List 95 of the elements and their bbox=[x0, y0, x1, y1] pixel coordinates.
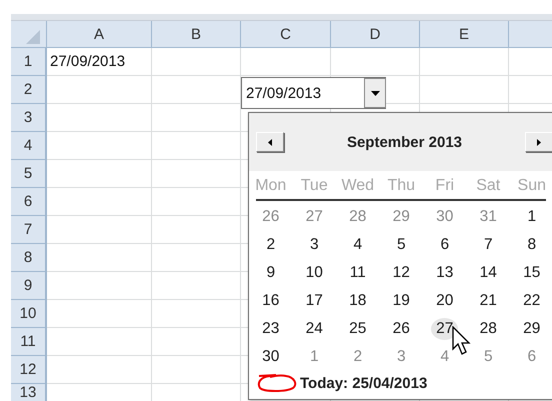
mouse-pointer-icon bbox=[452, 326, 472, 356]
table-cell[interactable] bbox=[47, 328, 152, 356]
calendar-day[interactable]: 10 bbox=[306, 262, 323, 284]
table-cell[interactable] bbox=[331, 48, 420, 76]
calendar-day[interactable]: 23 bbox=[262, 318, 280, 340]
calendar-day[interactable]: 9 bbox=[266, 262, 276, 284]
row-header[interactable]: 2 bbox=[11, 76, 47, 104]
calendar-day[interactable]: 12 bbox=[392, 262, 410, 284]
right-arrow-icon bbox=[537, 138, 541, 146]
weekday-label: Thu bbox=[386, 176, 416, 196]
weekday-label: Sat bbox=[475, 176, 502, 196]
table-cell[interactable] bbox=[47, 132, 152, 160]
calendar-day[interactable]: 28 bbox=[480, 318, 497, 340]
table-cell[interactable] bbox=[47, 300, 152, 328]
row-header[interactable]: 10 bbox=[11, 300, 47, 328]
calendar-day[interactable]: 2 bbox=[266, 234, 276, 256]
calendar-day[interactable]: 20 bbox=[436, 290, 454, 312]
month-title: September 2013 bbox=[346, 134, 464, 150]
calendar-day[interactable]: 7 bbox=[484, 234, 493, 256]
column-header[interactable]: E bbox=[420, 21, 509, 48]
table-cell[interactable] bbox=[152, 132, 241, 160]
row-header[interactable]: 3 bbox=[11, 104, 47, 132]
date-dropdown[interactable]: 27/09/2013 bbox=[241, 77, 386, 109]
calendar-day[interactable]: 11 bbox=[350, 262, 366, 284]
weekday-label: Fri bbox=[434, 176, 456, 196]
weekday-label: Wed bbox=[340, 176, 376, 196]
table-cell[interactable] bbox=[47, 216, 152, 244]
table-cell[interactable] bbox=[47, 104, 152, 132]
row-header[interactable]: 7 bbox=[11, 216, 47, 244]
table-cell[interactable] bbox=[47, 244, 152, 272]
calendar-day[interactable]: 16 bbox=[262, 290, 280, 312]
row-header[interactable]: 9 bbox=[11, 272, 47, 300]
column-header[interactable]: A bbox=[47, 21, 152, 48]
table-cell[interactable] bbox=[152, 188, 241, 216]
calendar-day[interactable]: 3 bbox=[310, 234, 319, 256]
calendar-day[interactable]: 29 bbox=[523, 318, 540, 340]
table-cell[interactable] bbox=[47, 76, 152, 104]
table-cell[interactable] bbox=[152, 328, 241, 356]
today-label[interactable]: Today: 25/04/2013 bbox=[300, 374, 428, 392]
table-cell[interactable] bbox=[152, 300, 241, 328]
weekday-label: Tue bbox=[300, 176, 329, 196]
weekday-label: Mon bbox=[254, 176, 288, 196]
row-header[interactable]: 12 bbox=[11, 356, 47, 384]
calendar-day[interactable]: 15 bbox=[523, 262, 540, 284]
table-cell[interactable] bbox=[47, 188, 152, 216]
calendar-day[interactable]: 22 bbox=[523, 290, 540, 312]
calendar-day[interactable]: 21 bbox=[480, 290, 497, 312]
left-arrow-icon bbox=[268, 138, 272, 146]
row-header[interactable]: 8 bbox=[11, 244, 47, 272]
row-header[interactable]: 11 bbox=[11, 328, 47, 356]
table-cell[interactable] bbox=[241, 48, 331, 76]
column-header[interactable]: D bbox=[331, 21, 420, 48]
dropdown-button[interactable] bbox=[364, 78, 386, 108]
table-cell[interactable]: 27/09/2013 bbox=[47, 48, 152, 76]
calendar-day[interactable]: 4 bbox=[353, 234, 362, 256]
table-cell[interactable] bbox=[152, 272, 241, 300]
calendar-day[interactable]: 24 bbox=[306, 318, 323, 340]
column-header[interactable] bbox=[509, 21, 552, 48]
corner-triangle-icon bbox=[26, 30, 40, 44]
row-header[interactable]: 6 bbox=[11, 188, 47, 216]
table-cell[interactable] bbox=[152, 160, 241, 188]
table-cell[interactable] bbox=[420, 48, 509, 76]
row-header[interactable]: 13 bbox=[11, 384, 47, 401]
calendar-day[interactable]: 1 bbox=[527, 206, 536, 228]
table-cell[interactable] bbox=[152, 104, 241, 132]
calendar-day[interactable]: 14 bbox=[480, 262, 497, 284]
column-header[interactable]: B bbox=[152, 21, 241, 48]
row-header[interactable]: 1 bbox=[11, 48, 47, 76]
calendar-day[interactable]: 30 bbox=[262, 346, 280, 368]
calendar-day[interactable]: 13 bbox=[436, 262, 454, 284]
calendar-day[interactable]: 27 bbox=[431, 318, 458, 340]
calendar-day[interactable]: 6 bbox=[440, 234, 450, 256]
next-month-button[interactable] bbox=[525, 132, 552, 152]
calendar-day[interactable]: 18 bbox=[349, 290, 366, 312]
row-header[interactable]: 5 bbox=[11, 160, 47, 188]
calendar-day[interactable]: 8 bbox=[527, 234, 536, 256]
column-header[interactable]: C bbox=[241, 21, 331, 48]
calendar-day[interactable]: 25 bbox=[349, 318, 366, 340]
calendar-day[interactable]: 5 bbox=[396, 234, 406, 256]
table-cell[interactable] bbox=[420, 76, 509, 104]
table-cell[interactable] bbox=[152, 216, 241, 244]
select-all-corner[interactable] bbox=[11, 21, 47, 48]
calendar-day[interactable]: 17 bbox=[306, 290, 323, 312]
table-cell[interactable] bbox=[47, 160, 152, 188]
table-cell[interactable] bbox=[152, 244, 241, 272]
table-cell[interactable] bbox=[152, 356, 241, 384]
table-cell[interactable] bbox=[152, 48, 241, 76]
table-cell[interactable] bbox=[47, 272, 152, 300]
row-header[interactable]: 4 bbox=[11, 132, 47, 160]
calendar-day[interactable]: 26 bbox=[392, 318, 410, 340]
table-cell[interactable] bbox=[47, 356, 152, 384]
weekday-label: Sun bbox=[516, 176, 547, 196]
previous-month-button[interactable] bbox=[256, 132, 284, 152]
calendar-day[interactable]: 19 bbox=[392, 290, 410, 312]
dropdown-arrow-icon bbox=[370, 90, 380, 96]
